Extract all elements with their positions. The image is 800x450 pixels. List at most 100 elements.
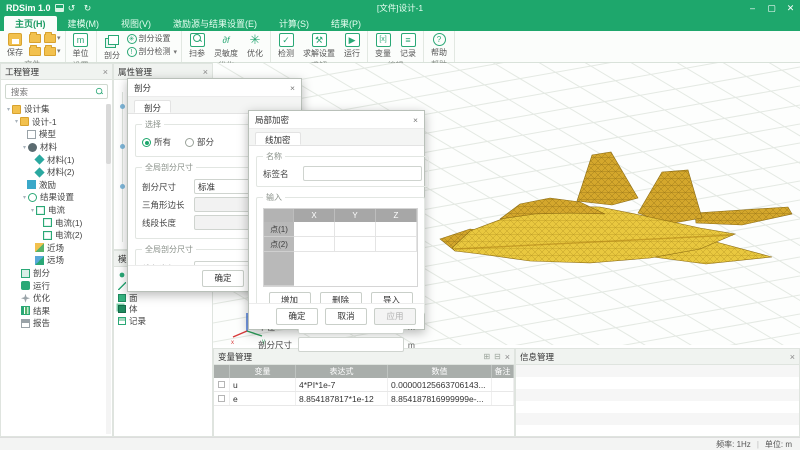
mesh-size-label: 剖分尺寸 bbox=[142, 181, 194, 193]
optimize-button[interactable]: ✳ 优化 bbox=[244, 32, 266, 60]
tree-item-design-1[interactable]: ▾设计-1 bbox=[1, 116, 112, 129]
help-button[interactable]: ? 帮助 bbox=[428, 32, 450, 59]
close-icon[interactable]: × bbox=[790, 352, 795, 362]
unit-button[interactable]: m 单位 bbox=[70, 32, 92, 60]
tree-item-design-root[interactable]: ▾设计集 bbox=[1, 103, 112, 116]
tree-item-near-field[interactable]: 近场 bbox=[1, 242, 112, 255]
record-icon: ≡ bbox=[401, 33, 416, 47]
cell[interactable] bbox=[294, 237, 335, 252]
mesh-settings-button[interactable]: ✳ 剖分设置 bbox=[127, 32, 178, 45]
tab-home[interactable]: 主页(H) bbox=[4, 16, 57, 31]
save-button[interactable]: 保存 bbox=[4, 32, 26, 59]
unit-m-icon: m bbox=[73, 33, 88, 47]
point-row[interactable]: 点(1) bbox=[264, 222, 417, 237]
mesh-size-input[interactable] bbox=[298, 337, 404, 352]
status-divider: | bbox=[757, 440, 759, 449]
tree-item-material-2[interactable]: 材料(2) bbox=[1, 166, 112, 179]
chevron-down-icon[interactable]: ▾ bbox=[57, 34, 61, 42]
cell[interactable] bbox=[376, 237, 417, 252]
quick-save-icon[interactable] bbox=[55, 4, 64, 12]
tree-item-excitation[interactable]: 激励 bbox=[1, 179, 112, 192]
export-folder-icon[interactable] bbox=[44, 47, 56, 56]
cell[interactable] bbox=[376, 222, 417, 237]
cell[interactable] bbox=[335, 222, 376, 237]
cell[interactable] bbox=[335, 237, 376, 252]
ok-button[interactable]: 确定 bbox=[202, 270, 244, 287]
check-button[interactable]: ✓ 检测 bbox=[275, 32, 297, 60]
excitation-icon bbox=[27, 180, 36, 189]
table-row[interactable]: u 4*PI*1e-7 0.00000125663706143... bbox=[214, 378, 514, 392]
chevron-down-icon[interactable]: ▾ bbox=[57, 47, 61, 55]
redo-icon[interactable]: ↻ bbox=[82, 3, 94, 13]
recent-folder-icon[interactable] bbox=[29, 47, 41, 56]
tab-sources-results[interactable]: 激励源与结果设置(E) bbox=[162, 16, 268, 31]
tree-item-current-1[interactable]: 电流(1) bbox=[1, 216, 112, 229]
record-icon bbox=[118, 317, 126, 325]
line-icon bbox=[118, 282, 126, 290]
scrollbar[interactable] bbox=[106, 104, 111, 434]
close-icon[interactable]: × bbox=[290, 83, 295, 93]
model-item-record[interactable]: 记录 bbox=[114, 315, 212, 327]
tree-item-report[interactable]: 报告 bbox=[1, 317, 112, 330]
label-name-input[interactable] bbox=[303, 166, 422, 181]
close-icon[interactable]: × bbox=[103, 67, 108, 77]
close-icon[interactable]: × bbox=[203, 67, 208, 77]
model-item-face[interactable]: 面 bbox=[114, 292, 212, 304]
close-icon[interactable]: × bbox=[413, 115, 418, 125]
run-label: 运行 bbox=[344, 48, 360, 59]
unit-status: 单位: m bbox=[765, 439, 792, 450]
record-button[interactable]: ≡ 记录 bbox=[397, 32, 419, 60]
import-folder-icon[interactable] bbox=[44, 34, 56, 43]
tree-item-far-field[interactable]: 远场 bbox=[1, 254, 112, 267]
tree-item-optimize[interactable]: 优化 bbox=[1, 292, 112, 305]
tree-item-material[interactable]: ▾材料 bbox=[1, 141, 112, 154]
tree-item-run[interactable]: 运行 bbox=[1, 279, 112, 292]
tab-view[interactable]: 视图(V) bbox=[110, 16, 162, 31]
close-button[interactable]: ✕ bbox=[781, 0, 800, 16]
optimize-icon bbox=[21, 294, 30, 303]
add-variable-icon[interactable]: ⊞ bbox=[483, 352, 490, 361]
solve-settings-button[interactable]: ⚒ 求解设置 bbox=[300, 32, 338, 60]
close-icon[interactable]: × bbox=[505, 352, 510, 362]
open-folder-icon[interactable] bbox=[29, 34, 41, 43]
mesh-button[interactable]: 剖分 bbox=[101, 32, 124, 62]
undo-icon[interactable]: ↺ bbox=[66, 3, 78, 13]
tree-item-result-settings[interactable]: ▾结果设置 bbox=[1, 191, 112, 204]
cancel-button[interactable]: 取消 bbox=[325, 308, 367, 325]
delete-variable-icon[interactable]: ⊟ bbox=[494, 352, 501, 361]
sweep-button[interactable]: 扫参 bbox=[186, 32, 208, 60]
tab-modeling[interactable]: 建模(M) bbox=[57, 16, 111, 31]
search-input[interactable] bbox=[9, 86, 95, 98]
tree-item-current-2[interactable]: 电流(2) bbox=[1, 229, 112, 242]
tab-mesh[interactable]: 剖分 bbox=[134, 100, 171, 113]
checkbox[interactable] bbox=[218, 381, 225, 388]
col-variable[interactable]: 变量 bbox=[230, 365, 296, 378]
folder-icon bbox=[20, 117, 29, 126]
tree-item-material-1[interactable]: 材料(1) bbox=[1, 153, 112, 166]
radio-part[interactable] bbox=[185, 138, 194, 147]
point-row[interactable]: 点(2) bbox=[264, 237, 417, 252]
col-remark[interactable]: 备注 bbox=[492, 365, 514, 378]
minimize-button[interactable]: – bbox=[743, 0, 762, 16]
run-button[interactable]: ▶ 运行 bbox=[341, 32, 363, 60]
cell[interactable] bbox=[294, 222, 335, 237]
maximize-button[interactable]: ▢ bbox=[762, 0, 781, 16]
checkbox[interactable] bbox=[218, 395, 225, 402]
radio-all[interactable] bbox=[142, 138, 151, 147]
col-value[interactable]: 数值 bbox=[388, 365, 492, 378]
col-expression[interactable]: 表达式 bbox=[296, 365, 388, 378]
tree-item-model[interactable]: 模型 bbox=[1, 128, 112, 141]
tree-item-mesh[interactable]: 剖分 bbox=[1, 267, 112, 280]
tab-results[interactable]: 结果(P) bbox=[320, 16, 372, 31]
sensitivity-button[interactable]: ∂f 灵敏度 bbox=[211, 32, 241, 60]
tab-compute[interactable]: 计算(S) bbox=[268, 16, 320, 31]
tree-item-current[interactable]: ▾电流 bbox=[1, 204, 112, 217]
variable-button[interactable]: [x] 变量 bbox=[372, 32, 394, 60]
ok-button[interactable]: 确定 bbox=[276, 308, 318, 325]
model-item-body[interactable]: 体 bbox=[114, 304, 212, 316]
table-row[interactable]: e 8.854187817*1e-12 8.854187816999999e-.… bbox=[214, 392, 514, 406]
tree-item-result[interactable]: 结果 bbox=[1, 305, 112, 318]
tab-wire-refine[interactable]: 线加密 bbox=[255, 132, 301, 145]
mesh-check-button[interactable]: ! 剖分检测 ▾ bbox=[127, 45, 178, 58]
search-box[interactable] bbox=[5, 84, 108, 99]
